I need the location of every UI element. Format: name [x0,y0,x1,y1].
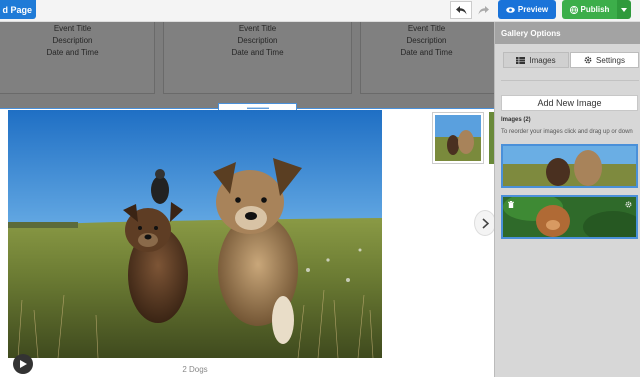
image-list-item[interactable] [501,144,638,188]
top-toolbar: d Page Preview Publish [0,0,640,22]
gear-icon[interactable] [625,201,632,208]
add-page-button[interactable]: d Page [0,0,36,19]
redo-icon [478,5,489,14]
event-card[interactable]: Event Title Description Date and Time [0,22,155,94]
event-datetime: Date and Time [400,48,453,57]
events-section: Event Title Description Date and Time Ev… [0,22,548,109]
undo-icon [455,5,466,14]
preview-label: Preview [517,5,549,14]
grid-icon [516,56,526,64]
image-preview [503,197,636,237]
reorder-hint: To reorder your images click and drag up… [501,129,633,135]
publish-dropdown-button[interactable] [617,0,631,19]
thumbnail-image [435,115,481,161]
gallery-caption: 2 Dogs [182,365,208,374]
image-preview [503,146,636,186]
publish-button[interactable]: Publish [562,0,617,19]
gallery-options-panel: Gallery Options Images Settings Add New … [494,22,640,377]
gear-icon [584,56,592,64]
event-title: Event Title [53,24,92,33]
chevron-right-icon [481,217,489,229]
tab-images[interactable]: Images [503,52,569,68]
caret-down-icon [621,7,627,12]
undo-button[interactable] [450,1,472,19]
gallery-thumbnail[interactable] [432,112,484,164]
event-description: Description [237,36,278,45]
image-list-item[interactable] [501,195,638,239]
tab-settings-label: Settings [596,55,625,65]
event-title: Event Title [407,24,446,33]
panel-divider [501,80,639,81]
next-image-button[interactable] [474,210,496,236]
gallery-main-image[interactable] [8,110,382,358]
preview-button[interactable]: Preview [498,0,556,19]
tab-images-label: Images [529,55,556,65]
eye-icon [506,6,515,13]
event-description: Description [52,36,93,45]
event-datetime: Date and Time [46,48,99,57]
event-card[interactable]: Event Title Description Date and Time [163,22,352,94]
panel-title: Gallery Options [495,22,640,44]
images-count-label: Images (2) [501,117,531,123]
publish-label: Publish [580,5,610,14]
trash-icon[interactable] [508,201,514,208]
add-new-image-button[interactable]: Add New Image [501,95,638,111]
globe-icon [569,5,578,14]
tab-settings[interactable]: Settings [570,52,639,68]
redo-button[interactable] [473,1,493,19]
dogs-photo [8,110,382,358]
event-description: Description [406,36,447,45]
event-title: Event Title [238,24,277,33]
event-datetime: Date and Time [231,48,284,57]
